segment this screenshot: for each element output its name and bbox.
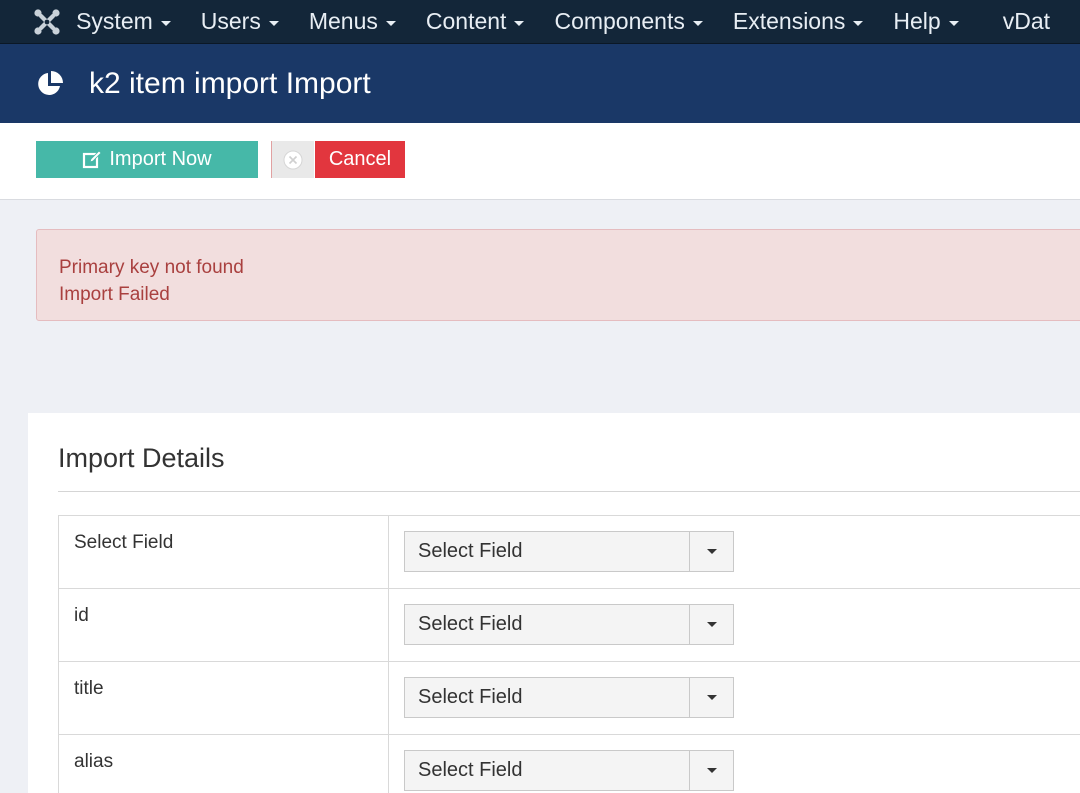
field-mapping-table: Select Field Select Field id Select Fiel… (58, 515, 1080, 793)
close-circle-icon[interactable] (271, 141, 314, 178)
dropdown-toggle[interactable] (690, 604, 734, 645)
table-row: id Select Field (58, 589, 1080, 662)
nav-vdata-label: vDat (1002, 8, 1050, 34)
table-row: alias Select Field (58, 735, 1080, 793)
field-select-value[interactable]: Select Field (404, 677, 690, 718)
edit-icon (82, 149, 102, 170)
nav-menus-label: Menus (308, 8, 378, 34)
cancel-button[interactable]: Cancel (315, 141, 405, 178)
nav-extensions-label: Extensions (732, 8, 846, 34)
nav-extensions[interactable]: Extensions (732, 0, 864, 43)
field-select-cell: Select Field (389, 662, 1080, 734)
field-select-cell: Select Field (389, 735, 1080, 793)
cancel-label: Cancel (328, 148, 392, 170)
nav-help-label: Help (893, 8, 941, 34)
field-select-cell: Select Field (389, 516, 1080, 588)
toolbar: Import Now Cancel (0, 123, 1080, 200)
alert-message: Import Failed (59, 284, 170, 305)
chevron-down-icon (514, 20, 525, 26)
nav-content-label: Content (425, 8, 507, 34)
nav-system[interactable]: System (76, 0, 171, 43)
nav-components[interactable]: Components (554, 0, 703, 43)
nav-users-label: Users (200, 8, 261, 34)
field-label: title (58, 662, 389, 734)
dropdown-toggle[interactable] (690, 750, 734, 791)
field-select-dropdown[interactable]: Select Field (404, 677, 734, 718)
nav-system-label: System (76, 8, 153, 34)
table-row: Select Field Select Field (58, 516, 1080, 589)
nav-users[interactable]: Users (200, 0, 279, 43)
nav-menus[interactable]: Menus (308, 0, 396, 43)
field-select-dropdown[interactable]: Select Field (404, 604, 734, 645)
chevron-down-icon (948, 20, 959, 26)
field-label: Select Field (58, 516, 389, 588)
divider (58, 491, 1080, 492)
field-select-value[interactable]: Select Field (404, 604, 690, 645)
chevron-down-icon (385, 20, 396, 26)
field-select-cell: Select Field (389, 589, 1080, 661)
chevron-down-icon (706, 549, 717, 554)
dropdown-toggle[interactable] (690, 677, 734, 718)
page-title: k2 item import Import (89, 66, 371, 100)
field-select-dropdown[interactable]: Select Field (404, 531, 734, 572)
field-label: id (58, 589, 389, 661)
table-row: title Select Field (58, 662, 1080, 735)
joomla-logo-icon[interactable] (0, 0, 76, 43)
chevron-down-icon (706, 622, 717, 627)
field-select-value[interactable]: Select Field (404, 750, 690, 791)
chevron-down-icon (268, 20, 279, 26)
title-bar: k2 item import Import (0, 44, 1080, 123)
chevron-down-icon (692, 20, 703, 26)
error-alert: Primary key not found Import Failed (36, 229, 1080, 321)
import-now-button[interactable]: Import Now (36, 141, 258, 178)
nav-help[interactable]: Help (893, 0, 959, 43)
dropdown-toggle[interactable] (690, 531, 734, 572)
chevron-down-icon (706, 695, 717, 700)
import-now-label: Import Now (109, 148, 212, 170)
pie-chart-icon (0, 69, 89, 99)
chevron-down-icon (853, 20, 864, 26)
nav-vdata[interactable]: vDat (1002, 0, 1050, 43)
top-navbar: System Users Menus Content Components Ex… (0, 0, 1080, 44)
field-select-value[interactable]: Select Field (404, 531, 690, 572)
import-details-panel: Import Details Select Field Select Field… (28, 413, 1080, 793)
chevron-down-icon (160, 20, 171, 26)
field-label: alias (58, 735, 389, 793)
field-select-dropdown[interactable]: Select Field (404, 750, 734, 791)
nav-components-label: Components (554, 8, 685, 34)
chevron-down-icon (706, 768, 717, 773)
panel-title: Import Details (58, 443, 225, 473)
nav-content[interactable]: Content (425, 0, 525, 43)
alert-message: Primary key not found (59, 257, 244, 278)
